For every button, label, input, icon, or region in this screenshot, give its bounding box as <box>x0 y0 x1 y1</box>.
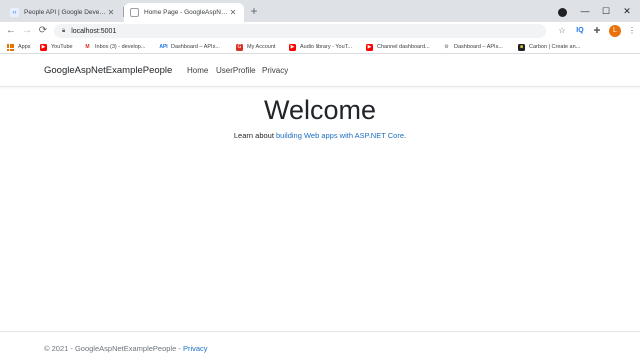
bookmark-youtube[interactable]: ▶ YouTube <box>40 42 73 52</box>
site-footer: © 2021 - GoogleAspNetExamplePeople - Pri… <box>0 331 640 360</box>
bookmark-label: Channel dashboard... <box>377 44 430 50</box>
bookmark-carbon[interactable]: ■ Carbon | Create an... <box>518 42 580 52</box>
bookmark-label: Dashboard – APIs... <box>171 44 220 50</box>
footer-text: © 2021 - GoogleAspNetExamplePeople - Pri… <box>44 344 208 353</box>
tab-home-page[interactable]: Home Page - GoogleAspNetExampl ✕ <box>124 3 244 22</box>
bookmark-dashboard-apis-1[interactable]: API Dashboard – APIs... <box>159 42 220 52</box>
learn-prefix: Learn about <box>233 131 277 140</box>
youtube-icon: ▶ <box>289 43 296 51</box>
minimize-button[interactable]: — <box>578 4 592 18</box>
copyright-text: © 2021 - GoogleAspNetExamplePeople - <box>44 344 183 353</box>
extensions-puzzle-icon[interactable]: ✚ <box>591 25 603 37</box>
account-icon: G <box>236 43 243 51</box>
apps-grid-icon <box>7 43 14 51</box>
footer-privacy-link[interactable]: Privacy <box>183 344 208 353</box>
bookmark-channel-dashboard[interactable]: ▶ Channel dashboard... <box>366 42 430 52</box>
bookmark-dashboard-apis-2[interactable]: ⚙ Dashboard – APIs... <box>443 42 503 52</box>
bookmark-audio-library[interactable]: ▶ Audio library - YouT... <box>289 42 352 52</box>
api-icon: ⚙ <box>443 43 450 51</box>
learn-about-text: Learn about building Web apps with ASP.N… <box>0 131 640 140</box>
bookmark-star-icon[interactable]: ☆ <box>556 25 568 37</box>
page-title: Welcome <box>263 95 377 125</box>
tab-title: People API | Google Developers <box>24 9 106 16</box>
new-tab-button[interactable]: + <box>248 5 260 17</box>
back-button[interactable]: ← <box>4 24 18 38</box>
lock-icon[interactable]: 🔒︎ <box>62 28 65 35</box>
site-navbar: GoogleAspNetExamplePeople Home UserProfi… <box>0 55 640 87</box>
reload-button[interactable]: ⟳ <box>36 24 50 38</box>
gmail-icon: M <box>84 43 91 51</box>
tab-people-api[interactable]: ‹› People API | Google Developers ✕ <box>4 3 122 22</box>
bookmark-label: My Account <box>247 44 276 50</box>
extension-iq-icon[interactable]: IQ <box>574 25 586 37</box>
bookmarks-bar: Apps ▶ YouTube M Inbox (3) - develop... … <box>0 40 640 54</box>
forward-button[interactable]: → <box>20 24 34 38</box>
maximize-button[interactable]: ☐ <box>599 4 613 18</box>
bookmark-my-account[interactable]: G My Account <box>236 42 275 52</box>
tab-title: Home Page - GoogleAspNetExampl <box>144 9 228 16</box>
nav-userprofile[interactable]: UserProfile <box>216 66 256 75</box>
bookmark-apps[interactable]: Apps <box>7 42 31 52</box>
bookmark-label: Dashboard – APIs... <box>454 44 503 50</box>
browser-toolbar: ← → ⟳ 🔒︎ localhost:5001 ☆ IQ ✚ ⋮ <box>0 22 640 40</box>
nav-privacy[interactable]: Privacy <box>262 66 288 75</box>
tab-strip: ‹› People API | Google Developers ✕ Home… <box>0 0 640 22</box>
developers-icon: ‹› <box>10 8 19 17</box>
bookmark-label: Inbox (3) - develop... <box>95 44 146 50</box>
menu-dots-icon[interactable]: ⋮ <box>626 25 638 37</box>
tab-close-icon[interactable]: ✕ <box>106 8 116 17</box>
brand-link[interactable]: GoogleAspNetExamplePeople <box>44 65 172 76</box>
aspnet-core-link[interactable]: building Web apps with ASP.NET Core <box>276 131 404 140</box>
youtube-icon: ▶ <box>366 43 373 51</box>
media-icon[interactable] <box>558 8 567 17</box>
bookmark-label: Audio library - YouT... <box>300 44 352 50</box>
address-bar[interactable]: 🔒︎ localhost:5001 <box>54 24 546 38</box>
api-icon: API <box>159 43 168 51</box>
youtube-icon: ▶ <box>40 43 47 51</box>
page-icon <box>130 8 139 17</box>
profile-avatar[interactable]: L <box>609 25 621 37</box>
bookmark-inbox[interactable]: M Inbox (3) - develop... <box>84 42 145 52</box>
bookmark-label: Carbon | Create an... <box>529 44 581 50</box>
nav-home[interactable]: Home <box>187 66 208 75</box>
tab-close-icon[interactable]: ✕ <box>228 8 238 17</box>
learn-suffix: . <box>404 131 407 140</box>
bookmark-label: YouTube <box>51 44 73 50</box>
carbon-icon: ■ <box>518 43 525 51</box>
url-text: localhost:5001 <box>71 27 117 35</box>
close-window-button[interactable]: ✕ <box>620 4 634 18</box>
bookmark-label: Apps <box>18 44 31 50</box>
